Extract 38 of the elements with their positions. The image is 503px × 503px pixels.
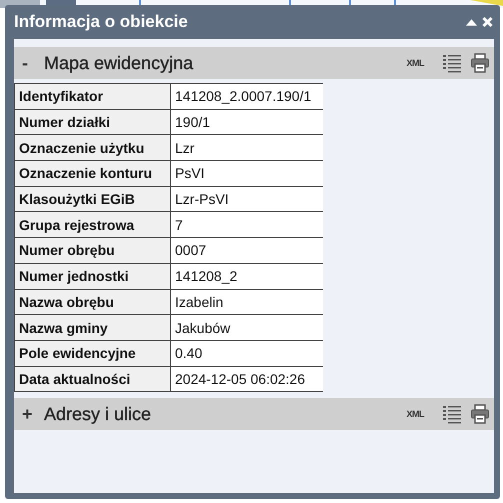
attribute-label: Numer działki <box>14 109 170 135</box>
attribute-value: 7 <box>170 212 322 238</box>
attribute-value: 141208_2.0007.190/1 <box>170 84 322 110</box>
attribute-value: Lzr <box>170 134 322 161</box>
attribute-label: Nazwa obrębu <box>14 289 170 315</box>
attribute-label: Oznaczenie użytku <box>14 134 170 161</box>
attribute-value: Izabelin <box>170 289 322 315</box>
toggle-sign[interactable]: + <box>22 404 44 425</box>
attribute-label: Oznaczenie konturu <box>14 160 170 186</box>
attribute-label: Data aktualności <box>14 366 170 392</box>
toggle-sign[interactable]: - <box>22 52 44 74</box>
window-title: Informacja o obiekcie <box>14 12 188 32</box>
close-icon[interactable] <box>481 16 494 28</box>
attribute-value: 190/1 <box>170 109 322 135</box>
attribute-value: Lzr-PsVI <box>170 186 322 212</box>
attribute-value: PsVI <box>170 160 322 186</box>
attribute-label: Identyfikator <box>14 84 170 110</box>
print-icon[interactable] <box>470 404 490 424</box>
section-header[interactable]: + Adresy i ulice XML <box>14 398 494 430</box>
attribute-label: Pole ewidencyjne <box>14 340 170 366</box>
attribute-value: 141208_2 <box>170 263 322 289</box>
attribute-value: 0.40 <box>170 340 322 366</box>
attribute-value: 0007 <box>170 238 322 264</box>
attribute-label: Nazwa gminy <box>14 314 170 340</box>
attribute-label: Numer jednostki <box>14 263 170 289</box>
attribute-value: 2024-12-05 06:02:26 <box>170 366 322 392</box>
section-title[interactable]: Mapa ewidencyjna <box>44 52 406 74</box>
xml-link[interactable]: XML <box>406 409 424 420</box>
list-icon[interactable] <box>442 53 462 73</box>
section-title[interactable]: Adresy i ulice <box>44 404 406 425</box>
attribute-value: Jakubów <box>170 314 322 340</box>
attribute-label: Grupa rejestrowa <box>14 212 170 238</box>
list-icon[interactable] <box>442 404 462 424</box>
print-icon[interactable] <box>470 53 490 73</box>
attribute-label: Klasoużytki EGiB <box>14 186 170 212</box>
section-header[interactable]: - Mapa ewidencyjna XML <box>14 47 494 79</box>
attribute-label: Numer obrębu <box>14 238 170 264</box>
xml-link[interactable]: XML <box>406 58 424 68</box>
